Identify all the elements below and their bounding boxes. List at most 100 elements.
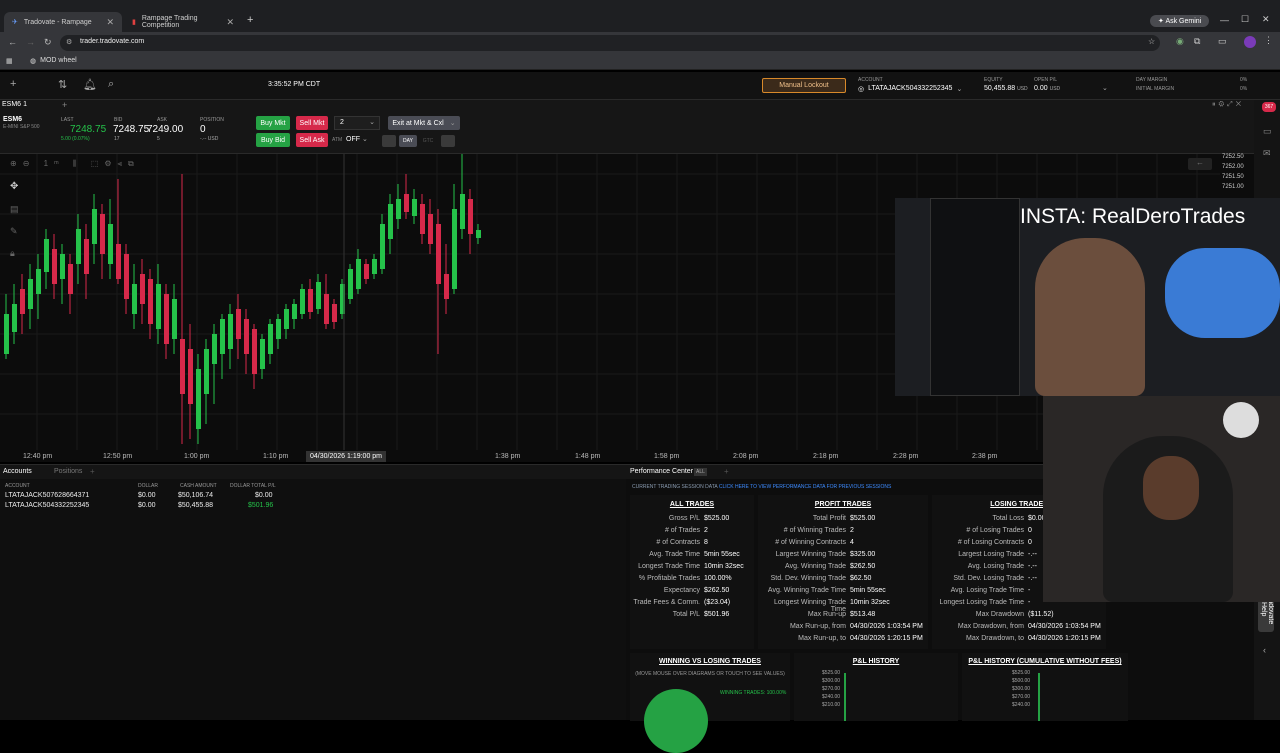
stat-row: Longest Winning Trade Time 10min 32sec — [758, 599, 928, 613]
stat-label: Largest Losing Trade — [958, 551, 1024, 558]
candle-body — [156, 284, 161, 329]
extension-icon[interactable]: ◉ — [1176, 36, 1184, 47]
back-icon[interactable]: ← — [8, 37, 17, 47]
add-icon[interactable]: + — [10, 78, 16, 90]
bell-icon[interactable]: 🔔︎ — [83, 78, 97, 91]
table-row[interactable]: LTATAJACK507628664371 $0.00 $50,106.74 $… — [0, 491, 280, 501]
chevron-down-icon[interactable]: ⌄ — [1102, 84, 1108, 92]
new-tab-icon[interactable]: + — [247, 14, 253, 26]
candle-body — [84, 239, 89, 274]
site-info-icon[interactable]: ⚙ — [66, 38, 72, 46]
stat-value: $262.50 — [704, 587, 730, 594]
quantity-input[interactable]: 2 ⌄ — [334, 116, 380, 130]
buy-market-button[interactable]: Buy Mkt — [256, 116, 290, 130]
chat-icon[interactable]: ▭ — [1263, 126, 1272, 137]
tab-accounts[interactable]: Accounts — [3, 468, 32, 475]
crosshair-tool-icon[interactable]: ✥ — [10, 181, 18, 192]
toggle-button[interactable] — [441, 135, 455, 147]
stat-row: Total P/L $501.96 — [630, 611, 754, 622]
maximize-icon[interactable]: ☐ — [1241, 14, 1249, 25]
add-tab-icon[interactable]: + — [724, 467, 729, 476]
candle-body — [132, 284, 137, 314]
close-window-icon[interactable]: ✕ — [1262, 14, 1270, 25]
pl-history-bar[interactable] — [844, 673, 846, 721]
win-loss-pie[interactable] — [644, 689, 708, 753]
chevron-left-icon[interactable]: ‹ — [1263, 645, 1266, 655]
pl-history-ticks: $525.00 $300.00 $270.00 $240.00 $210.00 — [822, 669, 840, 709]
apps-grid-icon[interactable]: ▦ — [6, 57, 13, 65]
scroll-to-latest-button[interactable]: ← — [1188, 158, 1212, 170]
stat-row: Longest Trade Time 10min 32sec — [630, 563, 754, 574]
browser-tab-tradovate[interactable]: ✈ Tradovate - Rampage ✕ — [4, 12, 122, 32]
stat-label: Avg. Winning Trade — [785, 563, 846, 570]
browser-menu-icon[interactable]: ⋮ — [1264, 35, 1273, 46]
table-row[interactable]: LTATAJACK504332252345 $0.00 $50,455.88 $… — [0, 501, 280, 511]
url-text: trader.tradovate.com — [80, 38, 145, 45]
chart-tab-esm6[interactable]: ESM6 1 — [2, 101, 27, 108]
ruler-tool-icon[interactable]: ▤ — [10, 204, 19, 215]
ask-gemini-button[interactable]: ✦ Ask Gemini — [1150, 15, 1210, 27]
column-header-pl[interactable]: DOLLAR TOTAL P/L — [230, 483, 276, 489]
message-icon[interactable]: ✉ — [1263, 148, 1271, 159]
chart-toolbar[interactable]: ⊕⊖ 1ᵐ ⫼ ⬚⚙⫷⧉ — [10, 159, 140, 169]
buy-bid-button[interactable]: Buy Bid — [256, 133, 290, 147]
candle-body — [76, 229, 81, 264]
bookmark-star-icon[interactable]: ☆ — [1148, 37, 1155, 46]
wl-title: WINNING VS LOSING TRADES — [659, 658, 761, 665]
add-tab-icon[interactable]: + — [90, 467, 95, 476]
window-controls[interactable]: ⏸⚙⤢✕ — [1212, 101, 1244, 109]
toggle-button[interactable] — [382, 135, 396, 147]
previous-sessions-link[interactable]: CLICK HERE TO VIEW PERFORMANCE DATA FOR … — [719, 484, 891, 490]
all-chip[interactable]: ALL — [694, 468, 707, 476]
transfer-arrows-icon[interactable]: ⇅ — [58, 78, 67, 91]
column-header-account[interactable]: ACCOUNT — [5, 483, 30, 489]
gtc-label: GTC — [422, 138, 434, 144]
accounts-tabbar: Accounts Positions + — [0, 465, 626, 479]
side-panel-icon[interactable]: ▭ — [1218, 36, 1227, 47]
account-selector[interactable]: ◎ LTATAJACK504332252345 ⌄ — [858, 85, 962, 93]
sell-market-button[interactable]: Sell Mkt — [296, 116, 328, 130]
cumulative-bar[interactable] — [1038, 673, 1040, 721]
tick-label: $270.00 — [1012, 694, 1031, 700]
lock-tool-icon[interactable]: 🔒︎ — [10, 248, 15, 259]
app-top-bar: + ⇅ 🔔︎ ⌕ 3:35:52 PM CDT ACCOUNT ◎ LTATAJ… — [0, 72, 1280, 100]
stat-label: Avg. Winning Trade Time — [767, 587, 846, 594]
url-field[interactable]: ⚙ trader.tradovate.com ☆ — [60, 35, 1160, 51]
candle-body — [260, 339, 265, 369]
add-chart-tab-icon[interactable]: + — [62, 100, 67, 110]
candle-body — [412, 199, 417, 216]
close-tab-icon[interactable]: ✕ — [226, 17, 234, 28]
tab-positions[interactable]: Positions — [54, 468, 82, 475]
manual-lockout-button[interactable]: Manual Lockout — [762, 78, 846, 93]
pl-cell: $501.96 — [248, 502, 274, 509]
time-label: 1:58 pm — [654, 453, 680, 460]
column-header-cash[interactable]: CASH AMOUNT — [180, 483, 217, 489]
sell-ask-button[interactable]: Sell Ask — [296, 133, 328, 147]
account-radio-icon: ◎ — [858, 86, 865, 93]
face-image — [1143, 456, 1199, 520]
notification-badge[interactable]: 367 — [1262, 102, 1276, 112]
reload-icon[interactable]: ↻ — [44, 37, 52, 48]
atm-select[interactable]: OFF ⌄ — [346, 135, 378, 147]
extensions-puzzle-icon[interactable]: ⧉ — [1194, 36, 1200, 47]
exit-at-mkt-button[interactable]: Exit at Mkt & Cxl ⌄ — [388, 116, 460, 130]
minimize-icon[interactable]: — — [1220, 15, 1229, 25]
draw-tool-icon[interactable]: ✎ — [10, 226, 18, 237]
close-tab-icon[interactable]: ✕ — [106, 17, 114, 28]
stat-value: 04/30/2026 1:20:15 PM — [850, 635, 923, 642]
chevron-down-icon: ⌄ — [956, 86, 963, 93]
candle-body — [140, 274, 145, 304]
forward-icon[interactable]: → — [26, 37, 35, 47]
performance-title[interactable]: Performance Center — [630, 468, 693, 475]
cumulative-pl-section: P&L HISTORY (CUMULATIVE WITHOUT FEES) $5… — [962, 653, 1128, 721]
search-icon[interactable]: ⌕ — [108, 78, 114, 91]
day-margin-value: 0% — [1240, 77, 1248, 83]
bookmark-mod-wheel[interactable]: ◍ MOD wheel — [30, 57, 77, 65]
browser-tab-competition[interactable]: ▮ Rampage Trading Competition ✕ — [124, 12, 242, 32]
tif-gtc-button[interactable]: GTC — [419, 135, 437, 147]
profile-avatar[interactable] — [1244, 36, 1256, 48]
column-header-dollar[interactable]: DOLLAR — [138, 483, 158, 489]
candle-body — [172, 299, 177, 339]
tif-day-button[interactable]: DAY — [399, 135, 417, 147]
atm-value: OFF — [346, 136, 360, 143]
